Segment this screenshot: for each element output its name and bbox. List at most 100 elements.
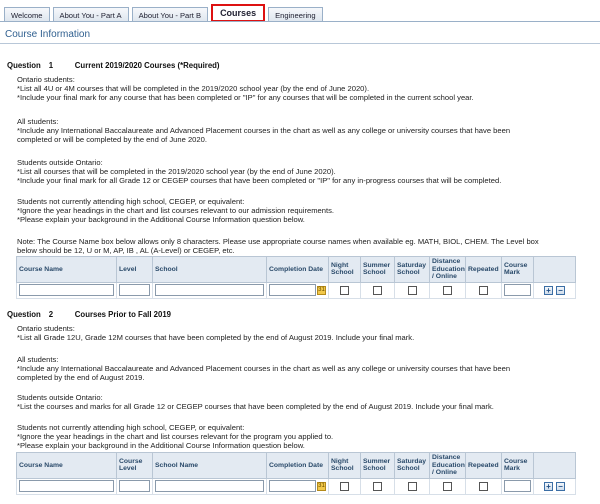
not-attending-heading: Students not currently attending high sc… [17,423,245,432]
ontario-line-2: *Include your final mark for any course … [17,93,474,103]
remove-row-icon[interactable]: − [556,481,565,491]
question-1-ontario-instructions: Ontario students: *List all 4U or 4M cou… [17,75,592,103]
tab-welcome[interactable]: Welcome [4,7,50,22]
remove-row-icon[interactable]: − [556,285,565,295]
question-1-outside-instructions: Students outside Ontario: *List all cour… [17,158,592,186]
question-2-outside-instructions: Students outside Ontario: *List the cour… [17,393,592,411]
all-line-2: completed by the end of August 2019. [17,373,145,383]
all-heading: All students: [17,117,59,126]
night-school-checkbox[interactable] [340,481,349,491]
col-course-name: Course Name [16,452,117,479]
ontario-line-1: *List all 4U or 4M courses that will be … [17,84,370,94]
night-school-checkbox[interactable] [340,285,349,295]
outside-line-1: *List all courses that will be completed… [17,167,336,177]
col-row-actions [533,256,576,283]
level-input[interactable] [119,284,150,297]
tab-bar: Welcome About You - Part A About You - P… [4,4,326,22]
col-school-name: School Name [152,452,267,479]
col-distance-education: Distance Education / Online [429,452,466,479]
not-attending-line-1: *Ignore the year headings in the chart a… [17,432,334,442]
col-course-name: Course Name [16,256,117,283]
add-row-icon[interactable]: + [544,481,553,491]
repeated-checkbox[interactable] [479,481,488,491]
question-1-note: Note: The Course Name box below allows o… [17,237,592,255]
col-saturday-school: Saturday School [394,452,430,479]
not-attending-line-1: *Ignore the year headings in the chart a… [17,206,335,216]
table-row: 31 + − [16,477,576,495]
question-2-number: 2 [48,310,54,319]
question-2-not-attending-instructions: Students not currently attending high sc… [17,423,592,451]
completion-date-input[interactable] [269,480,316,493]
col-night-school: Night School [328,256,361,283]
all-line-1: *Include any International Baccalaureate… [17,364,511,374]
table-row: 31 + − [16,281,576,299]
col-course-level: Course Level [116,452,153,479]
tab-courses[interactable]: Courses [211,4,266,22]
col-night-school: Night School [328,452,361,479]
question-2-all-instructions: All students: *Include any International… [17,355,592,383]
distance-education-checkbox[interactable] [443,285,452,295]
note-line-2: below should be 12, U or M, AP, IB , AL … [17,246,235,256]
school-input[interactable] [155,284,264,297]
calendar-icon[interactable]: 31 [317,285,326,295]
col-summer-school: Summer School [360,452,395,479]
note-line-1: Note: The Course Name box below allows o… [17,237,539,246]
course-mark-input[interactable] [504,284,531,297]
question-2-heading: Question 2 Courses Prior to Fall 2019 [7,310,171,319]
question-2-title: Courses Prior to Fall 2019 [74,310,171,319]
course-name-input[interactable] [19,284,114,297]
not-attending-line-2: *Please explain your background in the A… [17,441,305,451]
col-repeated: Repeated [465,256,502,283]
tab-engineering[interactable]: Engineering [268,7,323,22]
distance-education-checkbox[interactable] [443,481,452,491]
col-school: School [152,256,267,283]
question-1-course-table: Course Name Level School Completion Date… [16,256,576,299]
outside-heading: Students outside Ontario: [17,393,103,402]
question-2-label: Question [7,310,41,319]
section-divider [0,43,600,44]
question-1-not-attending-instructions: Students not currently attending high sc… [17,197,592,225]
summer-school-checkbox[interactable] [373,481,382,491]
outside-line-2: *Include your final mark for all Grade 1… [17,176,502,186]
all-line-1: *Include any International Baccalaureate… [17,126,511,136]
question-1-title: Current 2019/2020 Courses (*Required) [74,61,220,70]
course-mark-input[interactable] [504,480,531,493]
course-name-input[interactable] [19,480,114,493]
question-1-label: Question [7,61,41,70]
question-1-heading: Question 1 Current 2019/2020 Courses (*Req… [7,61,220,70]
col-completion-date: Completion Date [266,256,329,283]
col-summer-school: Summer School [360,256,395,283]
saturday-school-checkbox[interactable] [407,285,417,295]
col-row-actions [533,452,576,479]
col-repeated: Repeated [465,452,502,479]
completion-date-input[interactable] [269,284,316,297]
calendar-icon[interactable]: 31 [317,481,326,491]
tab-about-you-part-a[interactable]: About You - Part A [52,7,129,22]
school-name-input[interactable] [155,480,264,493]
col-completion-date: Completion Date [266,452,329,479]
question-2-course-table: Course Name Course Level School Name Com… [16,452,576,495]
repeated-checkbox[interactable] [479,285,488,295]
ontario-heading: Ontario students: [17,324,75,333]
course-level-input[interactable] [119,480,150,493]
ontario-heading: Ontario students: [17,75,75,84]
all-heading: All students: [17,355,59,364]
col-distance-education: Distance Education / Online [429,256,466,283]
not-attending-heading: Students not currently attending high sc… [17,197,245,206]
outside-line-1: *List the courses and marks for all Grad… [17,402,494,412]
question-1-number: 1 [48,61,54,70]
tab-divider [0,21,600,22]
question-2-ontario-instructions: Ontario students: *List all Grade 12U, G… [17,324,592,342]
saturday-school-checkbox[interactable] [407,481,417,491]
outside-heading: Students outside Ontario: [17,158,103,167]
tab-about-you-part-b[interactable]: About You - Part B [131,7,209,22]
col-course-mark: Course Mark [501,256,534,283]
section-title: Course Information [5,29,91,40]
not-attending-line-2: *Please explain your background in the A… [17,215,305,225]
table-header-row: Course Name Level School Completion Date… [16,256,576,283]
all-line-2: completed or will be completed by the en… [17,135,207,145]
col-course-mark: Course Mark [501,452,534,479]
add-row-icon[interactable]: + [544,285,553,295]
summer-school-checkbox[interactable] [373,285,382,295]
col-level: Level [116,256,153,283]
